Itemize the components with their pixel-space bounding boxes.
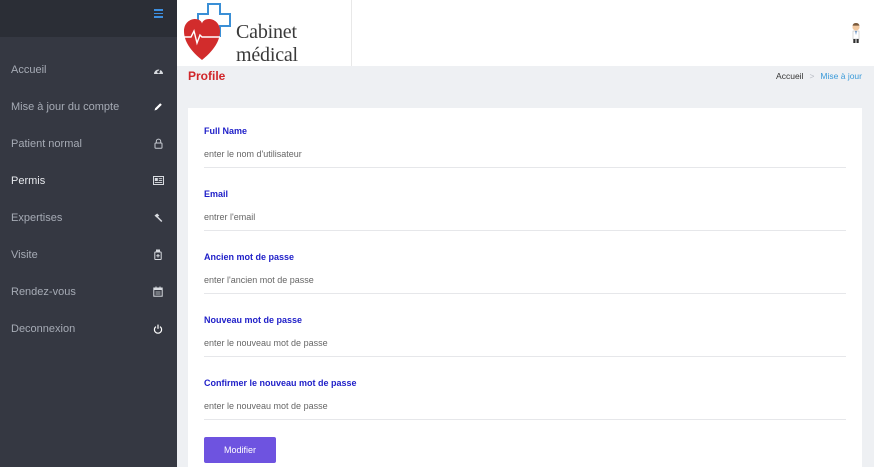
full-name-label: Full Name	[204, 126, 248, 136]
modifier-button[interactable]: Modifier	[204, 437, 276, 463]
sidebar-item-label: Deconnexion	[11, 322, 76, 335]
hamburger-menu-icon[interactable]	[154, 9, 163, 18]
old-password-label: Ancien mot de passe	[204, 252, 295, 262]
breadcrumb-separator: >	[809, 71, 815, 81]
old-password-input[interactable]	[204, 275, 846, 294]
app-title: Cabinet médical	[236, 21, 298, 66]
breadcrumb: Accueil > Mise à jour	[776, 71, 862, 81]
hammer-icon	[151, 211, 165, 225]
pencil-icon	[151, 100, 165, 114]
sidebar-item-label: Mise à jour du compte	[11, 100, 120, 113]
user-avatar-icon[interactable]	[850, 22, 862, 44]
sidebar-item-label: Patient normal	[11, 137, 82, 150]
confirm-password-input[interactable]	[204, 401, 846, 420]
medicine-icon	[151, 248, 165, 262]
id-card-icon	[151, 174, 165, 188]
sidebar-item-patient-normal[interactable]: Patient normal	[0, 125, 177, 162]
email-label: Email	[204, 189, 229, 199]
sidebar-item-label: Visite	[11, 248, 38, 261]
sidebar-item-mise-a-jour[interactable]: Mise à jour du compte	[0, 88, 177, 125]
calendar-icon	[151, 285, 165, 299]
new-password-input[interactable]	[204, 338, 846, 357]
full-name-input[interactable]	[204, 149, 846, 168]
new-password-label: Nouveau mot de passe	[204, 315, 303, 325]
dashboard-icon	[151, 63, 165, 77]
sidebar-item-expertises[interactable]: Expertises	[0, 199, 177, 236]
lock-icon	[151, 137, 165, 151]
top-header: Cabinet médical	[177, 0, 874, 66]
power-icon	[151, 322, 165, 336]
sidebar-item-label: Accueil	[11, 63, 47, 76]
new-password-field-group: Nouveau mot de passe	[204, 315, 846, 357]
sidebar: Accueil Mise à jour du compte Patient no…	[0, 0, 177, 467]
logo-divider	[351, 0, 352, 66]
sidebar-menu: Accueil Mise à jour du compte Patient no…	[0, 51, 177, 347]
email-input[interactable]	[204, 212, 846, 231]
sidebar-header	[0, 0, 177, 37]
sidebar-item-rendez-vous[interactable]: Rendez-vous	[0, 273, 177, 310]
sidebar-item-label: Expertises	[11, 211, 63, 224]
sidebar-item-accueil[interactable]: Accueil	[0, 51, 177, 88]
sidebar-item-label: Permis	[11, 174, 46, 187]
confirm-password-label: Confirmer le nouveau mot de passe	[204, 378, 357, 388]
sidebar-item-label: Rendez-vous	[11, 285, 76, 298]
breadcrumb-current: Mise à jour	[820, 71, 862, 81]
old-password-field-group: Ancien mot de passe	[204, 252, 846, 294]
confirm-password-field-group: Confirmer le nouveau mot de passe	[204, 378, 846, 420]
sidebar-item-deconnexion[interactable]: Deconnexion	[0, 310, 177, 347]
profile-form-card: Full Name Email Ancien mot de passe Nouv…	[188, 108, 862, 467]
email-field-group: Email	[204, 189, 846, 231]
page-title: Profile	[188, 69, 226, 83]
app-logo[interactable]: Cabinet médical	[177, 0, 352, 66]
full-name-field-group: Full Name	[204, 126, 846, 168]
breadcrumb-home-link[interactable]: Accueil	[776, 71, 803, 81]
sidebar-item-visite[interactable]: Visite	[0, 236, 177, 273]
heart-cross-logo-icon	[184, 3, 231, 60]
sidebar-item-permis[interactable]: Permis	[0, 162, 177, 199]
